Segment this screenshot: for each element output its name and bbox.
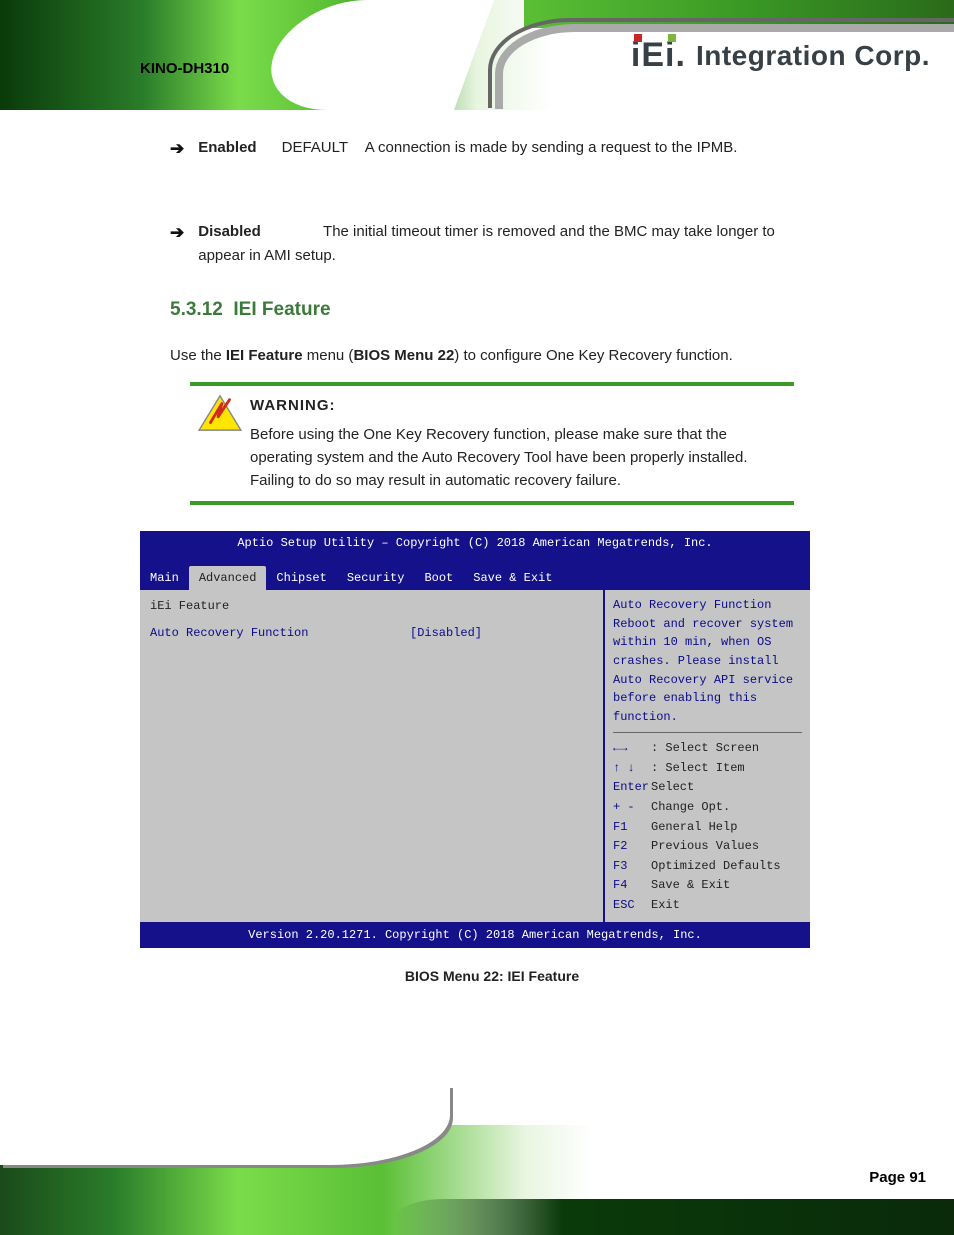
page-number: Page 91 bbox=[869, 1169, 926, 1186]
bios-key-esc: ESCExit bbox=[613, 896, 802, 915]
key-desc: Exit bbox=[651, 898, 680, 912]
bullet-enabled-default: DEFAULT bbox=[282, 139, 348, 156]
key-desc: Previous Values bbox=[651, 839, 759, 853]
bios-tabs: Main Advanced Chipset Security Boot Save… bbox=[140, 552, 810, 590]
bios-right-pane: Auto Recovery Function Reboot and recove… bbox=[605, 590, 810, 922]
bios-setup-title: Aptio Setup Utility – Copyright (C) 2018… bbox=[140, 531, 810, 553]
key-desc: Optimized Defaults bbox=[651, 859, 781, 873]
key-glyph: F4 bbox=[613, 876, 651, 895]
bios-group-text: iEi Feature bbox=[150, 597, 410, 616]
section-title: IEI Feature bbox=[233, 299, 330, 320]
bios-tab-save-exit[interactable]: Save & Exit bbox=[463, 566, 562, 591]
bottom-dark-bar bbox=[394, 1199, 954, 1235]
bios-key-f1: F1General Help bbox=[613, 818, 802, 837]
bios-key-f4: F4Save & Exit bbox=[613, 876, 802, 895]
warning-inner: WARNING: Before using the One Key Recove… bbox=[190, 386, 794, 501]
bullet-disabled-body: Disabled The initial timeout timer is re… bbox=[198, 220, 814, 267]
bios-footer: Version 2.20.1271. Copyright (C) 2018 Am… bbox=[140, 922, 810, 949]
bios-item-label: Auto Recovery Function bbox=[150, 624, 410, 643]
bullet-enabled-label: Enabled bbox=[198, 139, 256, 156]
section-number: 5.3.12 bbox=[170, 299, 223, 320]
bios-screen: Aptio Setup Utility – Copyright (C) 2018… bbox=[140, 531, 810, 949]
arrow-right-icon: ➔ bbox=[170, 220, 184, 267]
key-desc: Save & Exit bbox=[651, 878, 730, 892]
key-glyph: F2 bbox=[613, 837, 651, 856]
logo-letter-e: E bbox=[641, 36, 665, 75]
page-content: ➔ Enabled DEFAULT A connection is made b… bbox=[0, 110, 954, 988]
bios-key-help: ←→: Select Screen ↑ ↓: Select Item Enter… bbox=[613, 739, 802, 914]
logo-letter-i2: i bbox=[665, 36, 675, 75]
bullet-enabled-body: Enabled DEFAULT A connection is made by … bbox=[198, 136, 814, 162]
key-desc: : Select Screen bbox=[651, 741, 759, 755]
key-glyph: Enter bbox=[613, 778, 651, 797]
bios-tab-advanced[interactable]: Advanced bbox=[189, 566, 267, 591]
logo-letter-i1: i bbox=[631, 36, 641, 75]
bios-tab-security[interactable]: Security bbox=[337, 566, 415, 591]
bios-tab-chipset[interactable]: Chipset bbox=[266, 566, 336, 591]
bullet-disabled-label: Disabled bbox=[198, 223, 261, 240]
bios-divider bbox=[613, 732, 802, 733]
key-glyph: ←→ bbox=[613, 739, 651, 758]
bios-key-lr: ←→: Select Screen bbox=[613, 739, 802, 758]
key-glyph: ↑ ↓ bbox=[613, 759, 651, 778]
bios-key-f3: F3Optimized Defaults bbox=[613, 857, 802, 876]
key-glyph: F1 bbox=[613, 818, 651, 837]
bios-item-auto-recovery[interactable]: Auto Recovery Function [Disabled] bbox=[150, 623, 593, 644]
logo-dot: . bbox=[676, 36, 686, 75]
key-glyph: ESC bbox=[613, 896, 651, 915]
model-name: KINO-DH310 bbox=[140, 60, 229, 77]
bottom-banner: Page 91 bbox=[0, 1125, 954, 1235]
section-heading: 5.3.12 IEI Feature bbox=[170, 295, 814, 324]
bullet-disabled-desc: The initial timeout timer is removed and… bbox=[198, 223, 775, 263]
bios-group-label: iEi Feature bbox=[150, 596, 593, 617]
section-intro: Use the IEI Feature menu (BIOS Menu 22) … bbox=[170, 344, 814, 367]
bios-tab-boot[interactable]: Boot bbox=[414, 566, 463, 591]
warning-rule-bottom bbox=[190, 501, 794, 505]
arrow-right-icon: ➔ bbox=[170, 136, 184, 162]
bios-item-value: [Disabled] bbox=[410, 624, 482, 643]
bottom-white-swoosh bbox=[0, 1085, 450, 1165]
warning-block: WARNING: Before using the One Key Recove… bbox=[190, 382, 794, 505]
bullet-enabled-desc: A connection is made by sending a reques… bbox=[365, 139, 738, 156]
bios-header: Aptio Setup Utility – Copyright (C) 2018… bbox=[140, 531, 810, 591]
bios-key-f2: F2Previous Values bbox=[613, 837, 802, 856]
page-num: 91 bbox=[909, 1169, 926, 1186]
page-label: Page bbox=[869, 1169, 905, 1186]
bios-key-enter: EnterSelect bbox=[613, 778, 802, 797]
warning-text: Before using the One Key Recovery functi… bbox=[250, 423, 788, 493]
warning-title: WARNING: bbox=[250, 394, 788, 417]
warning-icon bbox=[196, 394, 244, 432]
bios-body: iEi Feature Auto Recovery Function [Disa… bbox=[140, 590, 810, 922]
key-desc: General Help bbox=[651, 820, 737, 834]
key-desc: : Select Item bbox=[651, 761, 745, 775]
key-glyph: F3 bbox=[613, 857, 651, 876]
bullet-enabled: ➔ Enabled DEFAULT A connection is made b… bbox=[170, 136, 814, 162]
bios-caption: BIOS Menu 22: IEI Feature bbox=[170, 966, 814, 988]
key-desc: Select bbox=[651, 780, 694, 794]
bios-left-pane: iEi Feature Auto Recovery Function [Disa… bbox=[140, 590, 605, 922]
iei-logo: i E i . bbox=[631, 36, 686, 75]
top-banner: i E i . Integration Corp. KINO-DH310 bbox=[0, 0, 954, 110]
bios-key-ud: ↑ ↓: Select Item bbox=[613, 759, 802, 778]
bullet-disabled: ➔ Disabled The initial timeout timer is … bbox=[170, 220, 814, 267]
key-glyph: + - bbox=[613, 798, 651, 817]
bios-tab-main[interactable]: Main bbox=[140, 566, 189, 591]
logo-area: i E i . Integration Corp. bbox=[631, 36, 930, 75]
logo-company-text: Integration Corp. bbox=[696, 40, 930, 72]
bios-key-pm: + -Change Opt. bbox=[613, 798, 802, 817]
bios-help-text: Auto Recovery Function Reboot and recove… bbox=[613, 596, 802, 726]
key-desc: Change Opt. bbox=[651, 800, 730, 814]
